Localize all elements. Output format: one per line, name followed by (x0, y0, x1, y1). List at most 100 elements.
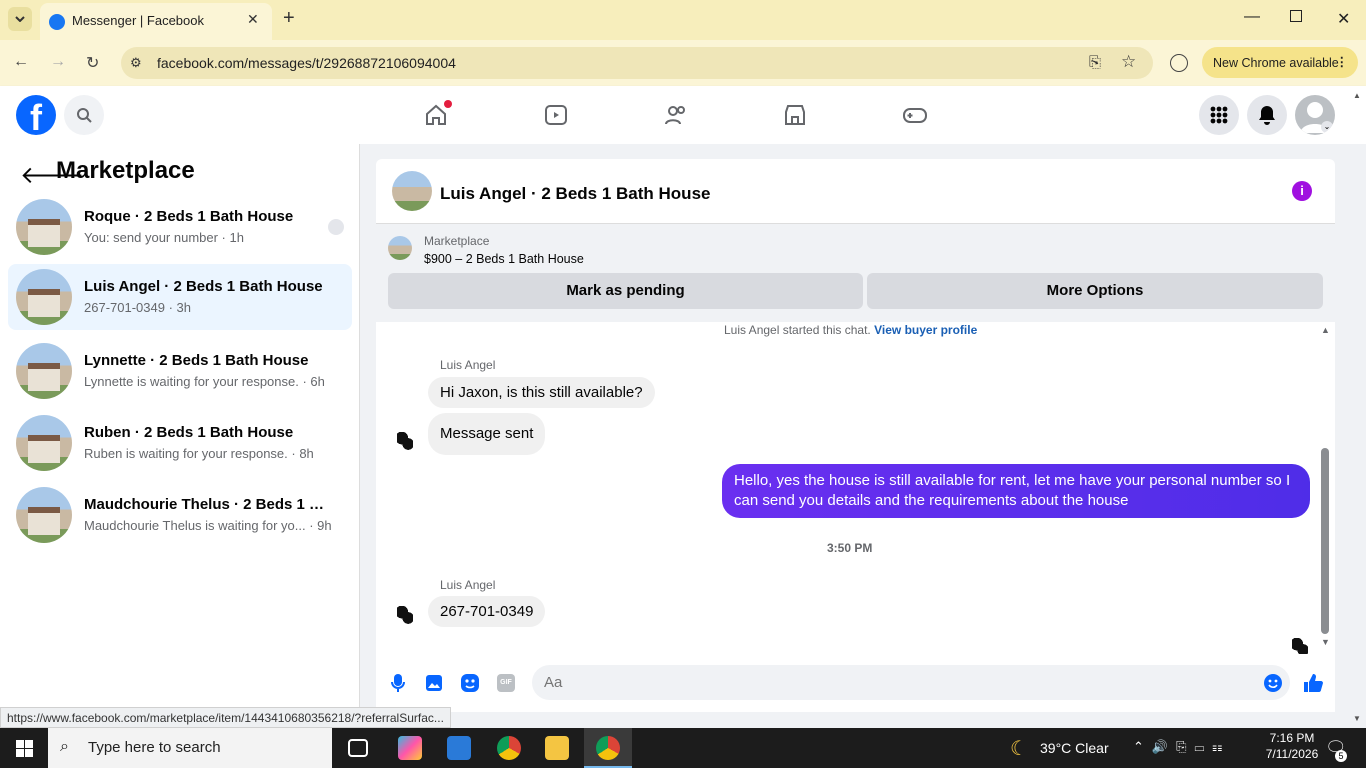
notifications-button[interactable] (1247, 95, 1287, 135)
conversation-preview: 267-701-0349 · 3h (84, 300, 191, 315)
listing-price-title[interactable]: $900 – 2 Beds 1 Bath House (424, 252, 584, 266)
profile-icon[interactable] (1170, 54, 1188, 72)
incoming-message[interactable]: Message sent (428, 413, 546, 455)
notification-dot-icon (444, 100, 452, 108)
microphone-icon[interactable] (387, 672, 409, 694)
close-window-icon[interactable]: ✕ (1337, 9, 1350, 29)
browser-tab[interactable]: Messenger | Facebook ✕ (40, 3, 272, 40)
page-scroll-up-icon[interactable]: ▲ (1353, 91, 1361, 100)
restore-icon[interactable] (1290, 10, 1302, 22)
conversation-item[interactable]: Lynnette · 2 Beds 1 Bath House Lynnette … (8, 338, 352, 404)
gaming-icon[interactable] (900, 100, 930, 130)
listing-thumbnail[interactable] (388, 236, 412, 260)
chevron-down-icon: ⌄ (1321, 121, 1333, 133)
listing-thumbnail (16, 487, 72, 543)
url-text[interactable]: facebook.com/messages/t/2926887210609400… (157, 55, 456, 71)
message-input[interactable] (532, 665, 1290, 700)
new-chrome-label: New Chrome available (1213, 56, 1339, 70)
listing-thumbnail (16, 199, 72, 255)
message-timestamp: 3:50 PM (827, 541, 873, 555)
sender-avatar[interactable] (391, 428, 419, 456)
conversation-name: Luis Angel · 2 Beds 1 Bath House (84, 278, 323, 295)
listing-thumbnail (16, 343, 72, 399)
scroll-down-icon[interactable]: ▼ (1321, 637, 1330, 647)
conversation-item[interactable]: Roque · 2 Beds 1 Bath House You: send yo… (8, 194, 352, 260)
marketplace-icon[interactable] (780, 100, 810, 130)
system-tray-icons[interactable]: ⌃🔊⎘▭☷ (1133, 739, 1230, 755)
sticker-icon[interactable] (459, 672, 481, 694)
incoming-message[interactable]: 267-701-0349 (428, 596, 546, 627)
notification-count-badge: 5 (1335, 750, 1347, 762)
page-scroll-down-icon[interactable]: ▼ (1353, 714, 1361, 723)
conversation-preview: Lynnette is waiting for your response. ·… (84, 374, 325, 389)
gif-icon[interactable]: GIF (495, 672, 517, 694)
bell-icon (1259, 106, 1275, 125)
clock-date: 7/11/2026 (1265, 747, 1319, 761)
taskbar-search-placeholder: Type here to search (88, 739, 221, 756)
conversation-name: Maudchourie Thelus · 2 Beds 1 Bat... (84, 496, 334, 513)
info-icon[interactable]: i (1292, 181, 1312, 201)
conversation-name: Roque · 2 Beds 1 Bath House (84, 208, 294, 225)
conversation-item-active[interactable]: Luis Angel · 2 Beds 1 Bath House 267-701… (8, 264, 352, 330)
windows-start-icon[interactable] (16, 740, 33, 762)
install-app-icon[interactable]: ⎘ (1089, 54, 1101, 71)
store-icon[interactable] (447, 736, 471, 760)
chrome-menu-icon[interactable]: ⋮ (1336, 54, 1349, 69)
sender-name: Luis Angel (440, 358, 496, 372)
video-icon[interactable] (541, 100, 571, 130)
grid-icon (1210, 106, 1228, 124)
conversation-item[interactable]: Ruben · 2 Beds 1 Bath House Ruben is wai… (8, 410, 352, 476)
chat-title[interactable]: Luis Angel · 2 Beds 1 Bath House (440, 184, 710, 204)
view-buyer-profile-link[interactable]: View buyer profile (874, 323, 977, 337)
search-button[interactable] (64, 95, 104, 135)
incoming-message[interactable]: Hi Jaxon, is this still available? (428, 377, 655, 408)
chrome-active-taskbar-button[interactable] (584, 728, 632, 768)
more-options-button[interactable]: More Options (867, 273, 1323, 309)
thumbs-up-icon[interactable] (1302, 672, 1324, 694)
outgoing-message[interactable]: Hello, yes the house is still available … (722, 464, 1310, 518)
read-receipt-avatar (1286, 634, 1308, 658)
menu-grid-button[interactable] (1199, 95, 1239, 135)
conversation-name: Lynnette · 2 Beds 1 Bath House (84, 352, 309, 369)
minimize-icon[interactable]: — (1244, 8, 1260, 26)
tab-search-dropdown-icon[interactable] (8, 7, 32, 31)
bookmark-star-icon[interactable]: ☆ (1121, 52, 1136, 72)
new-tab-icon[interactable]: + (283, 7, 295, 30)
photo-icon[interactable] (423, 672, 445, 694)
emoji-icon[interactable] (1262, 672, 1284, 694)
mark-as-pending-button[interactable]: Mark as pending (388, 273, 863, 309)
conversation-item[interactable]: Maudchourie Thelus · 2 Beds 1 Bat... Mau… (8, 482, 352, 548)
chat-started-notice: Luis Angel started this chat. View buyer… (724, 323, 977, 337)
new-chrome-available-button[interactable]: New Chrome available ⋮ (1202, 47, 1358, 78)
back-icon[interactable]: ← (13, 53, 29, 71)
account-avatar[interactable]: ⌄ (1295, 95, 1335, 135)
home-icon[interactable] (421, 100, 452, 130)
seen-avatar-icon (328, 219, 344, 235)
clock[interactable]: 7:16 PM 7/11/2026 (1262, 731, 1322, 761)
reload-icon[interactable]: ↻ (86, 53, 99, 73)
sender-avatar[interactable] (391, 602, 419, 630)
taskbar-search[interactable]: ⌕ Type here to search (48, 728, 332, 768)
conversation-preview: You: send your number · 1h (84, 230, 244, 245)
panel-title: Marketplace (56, 157, 195, 184)
weather-text[interactable]: 39°C Clear (1040, 740, 1109, 756)
tab-title: Messenger | Facebook (72, 13, 204, 28)
search-icon (77, 108, 92, 123)
facebook-logo-icon[interactable]: f (16, 95, 56, 135)
conversation-name: Ruben · 2 Beds 1 Bath House (84, 424, 294, 441)
friends-icon[interactable] (661, 100, 691, 130)
clock-time: 7:16 PM (1269, 731, 1315, 745)
file-explorer-icon[interactable] (545, 736, 569, 760)
listing-thumbnail (16, 269, 72, 325)
task-view-icon[interactable] (348, 739, 368, 757)
chrome-profile-icon[interactable] (497, 736, 521, 760)
forward-icon[interactable]: → (50, 53, 66, 71)
chat-avatar[interactable] (392, 171, 432, 211)
scroll-up-icon[interactable]: ▲ (1321, 325, 1330, 335)
copilot-icon[interactable] (398, 736, 422, 760)
search-icon: ⌕ (60, 738, 69, 755)
scrollbar[interactable] (1321, 448, 1329, 634)
site-info-icon[interactable]: ⚙ (130, 55, 142, 71)
status-bar-url: https://www.facebook.com/marketplace/ite… (0, 707, 451, 728)
tab-close-icon[interactable]: ✕ (247, 11, 259, 28)
